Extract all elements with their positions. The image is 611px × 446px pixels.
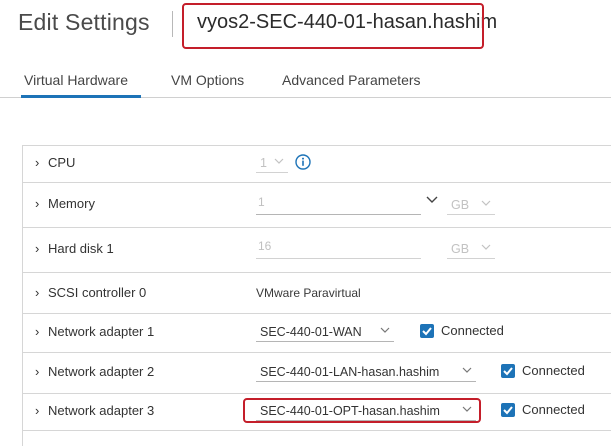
chevron-right-icon: › [35, 285, 40, 300]
page-title: Edit Settings [18, 9, 150, 35]
checkmark-icon [422, 327, 432, 336]
hard-disk-row-toggle[interactable]: › Hard disk 1 [35, 241, 114, 256]
hard-disk-unit: GB [451, 241, 470, 256]
checkmark-icon [503, 406, 513, 415]
row-memory: › Memory 1 GB [23, 183, 611, 228]
chevron-down-icon [481, 244, 491, 250]
row-network-adapter-1: › Network adapter 1 SEC-440-01-WAN Conne… [23, 314, 611, 353]
memory-value: 1 [258, 195, 265, 209]
hard-disk-unit-select[interactable]: GB [447, 239, 495, 259]
cpu-row-toggle[interactable]: › CPU [35, 155, 75, 170]
memory-label: Memory [48, 196, 95, 211]
chevron-down-icon [274, 158, 284, 164]
network-adapter-3-select[interactable]: SEC-440-01-OPT-hasan.hashim [256, 401, 476, 421]
memory-input[interactable]: 1 [256, 195, 421, 215]
network-adapter-2-select[interactable]: SEC-440-01-LAN-hasan.hashim [256, 362, 476, 382]
network-adapter-3-label: Network adapter 3 [48, 403, 155, 418]
cpu-label: CPU [48, 155, 76, 170]
network-adapter-2-connected-checkbox[interactable] [501, 364, 515, 378]
row-hard-disk: › Hard disk 1 16 GB [23, 228, 611, 273]
chevron-right-icon: › [35, 364, 40, 379]
chevron-right-icon: › [35, 241, 40, 256]
chevron-right-icon: › [35, 324, 40, 339]
info-icon[interactable] [295, 154, 311, 170]
memory-row-toggle[interactable]: › Memory [35, 196, 95, 211]
cpu-value: 1 [260, 155, 267, 170]
scsi-type: VMware Paravirtual [256, 286, 361, 300]
hard-disk-label: Hard disk 1 [48, 241, 114, 256]
scsi-row-toggle[interactable]: › SCSI controller 0 [35, 285, 146, 300]
network-adapter-2-label: Network adapter 2 [48, 364, 155, 379]
active-tab-indicator [21, 95, 141, 98]
chevron-right-icon: › [35, 403, 40, 418]
tab-virtual-hardware[interactable]: Virtual Hardware [24, 72, 128, 88]
tab-advanced-parameters[interactable]: Advanced Parameters [282, 72, 421, 88]
network-adapter-1-label: Network adapter 1 [48, 324, 155, 339]
tab-vm-options[interactable]: VM Options [171, 72, 244, 88]
network-adapter-1-row-toggle[interactable]: › Network adapter 1 [35, 324, 154, 339]
network-adapter-1-connected-label: Connected [441, 323, 504, 338]
title-divider [172, 11, 173, 37]
chevron-down-icon [380, 327, 390, 333]
network-adapter-1-select[interactable]: SEC-440-01-WAN [256, 322, 394, 342]
scsi-label: SCSI controller 0 [48, 285, 147, 300]
chevron-down-icon [462, 367, 472, 373]
hard-disk-input[interactable]: 16 [256, 239, 421, 259]
memory-unit-select[interactable]: GB [447, 195, 495, 215]
row-scsi-controller: › SCSI controller 0 VMware Paravirtual [23, 273, 611, 314]
chevron-right-icon: › [35, 196, 40, 211]
chevron-right-icon: › [35, 155, 40, 170]
dialog-header: Edit Settings vyos2-SEC-440-01-hasan.has… [0, 0, 611, 52]
network-adapter-3-connected-checkbox[interactable] [501, 403, 515, 417]
cpu-select[interactable]: 1 [256, 153, 288, 173]
vm-name: vyos2-SEC-440-01-hasan.hashim [197, 11, 498, 33]
network-adapter-1-connected-checkbox[interactable] [420, 324, 434, 338]
network-adapter-2-network: SEC-440-01-LAN-hasan.hashim [260, 364, 440, 379]
hard-disk-value: 16 [258, 239, 272, 253]
chevron-down-icon [462, 406, 472, 412]
network-adapter-2-row-toggle[interactable]: › Network adapter 2 [35, 364, 154, 379]
network-adapter-1-network: SEC-440-01-WAN [260, 324, 362, 339]
row-cpu: › CPU 1 [23, 146, 611, 183]
memory-unit: GB [451, 197, 470, 212]
network-adapter-3-connected-label: Connected [522, 402, 585, 417]
row-network-adapter-3: › Network adapter 3 SEC-440-01-OPT-hasan… [23, 394, 611, 431]
hardware-settings-panel: › CPU 1 › Memory 1 GB › Hard disk 1 16 G… [22, 145, 611, 446]
tab-bar: Virtual Hardware VM Options Advanced Par… [0, 64, 611, 98]
network-adapter-2-connected-label: Connected [522, 363, 585, 378]
checkmark-icon [503, 367, 513, 376]
chevron-down-icon [481, 200, 491, 206]
row-network-adapter-2: › Network adapter 2 SEC-440-01-LAN-hasan… [23, 353, 611, 394]
network-adapter-3-row-toggle[interactable]: › Network adapter 3 [35, 403, 154, 418]
network-adapter-3-network: SEC-440-01-OPT-hasan.hashim [260, 403, 440, 418]
chevron-down-icon[interactable] [426, 195, 438, 205]
